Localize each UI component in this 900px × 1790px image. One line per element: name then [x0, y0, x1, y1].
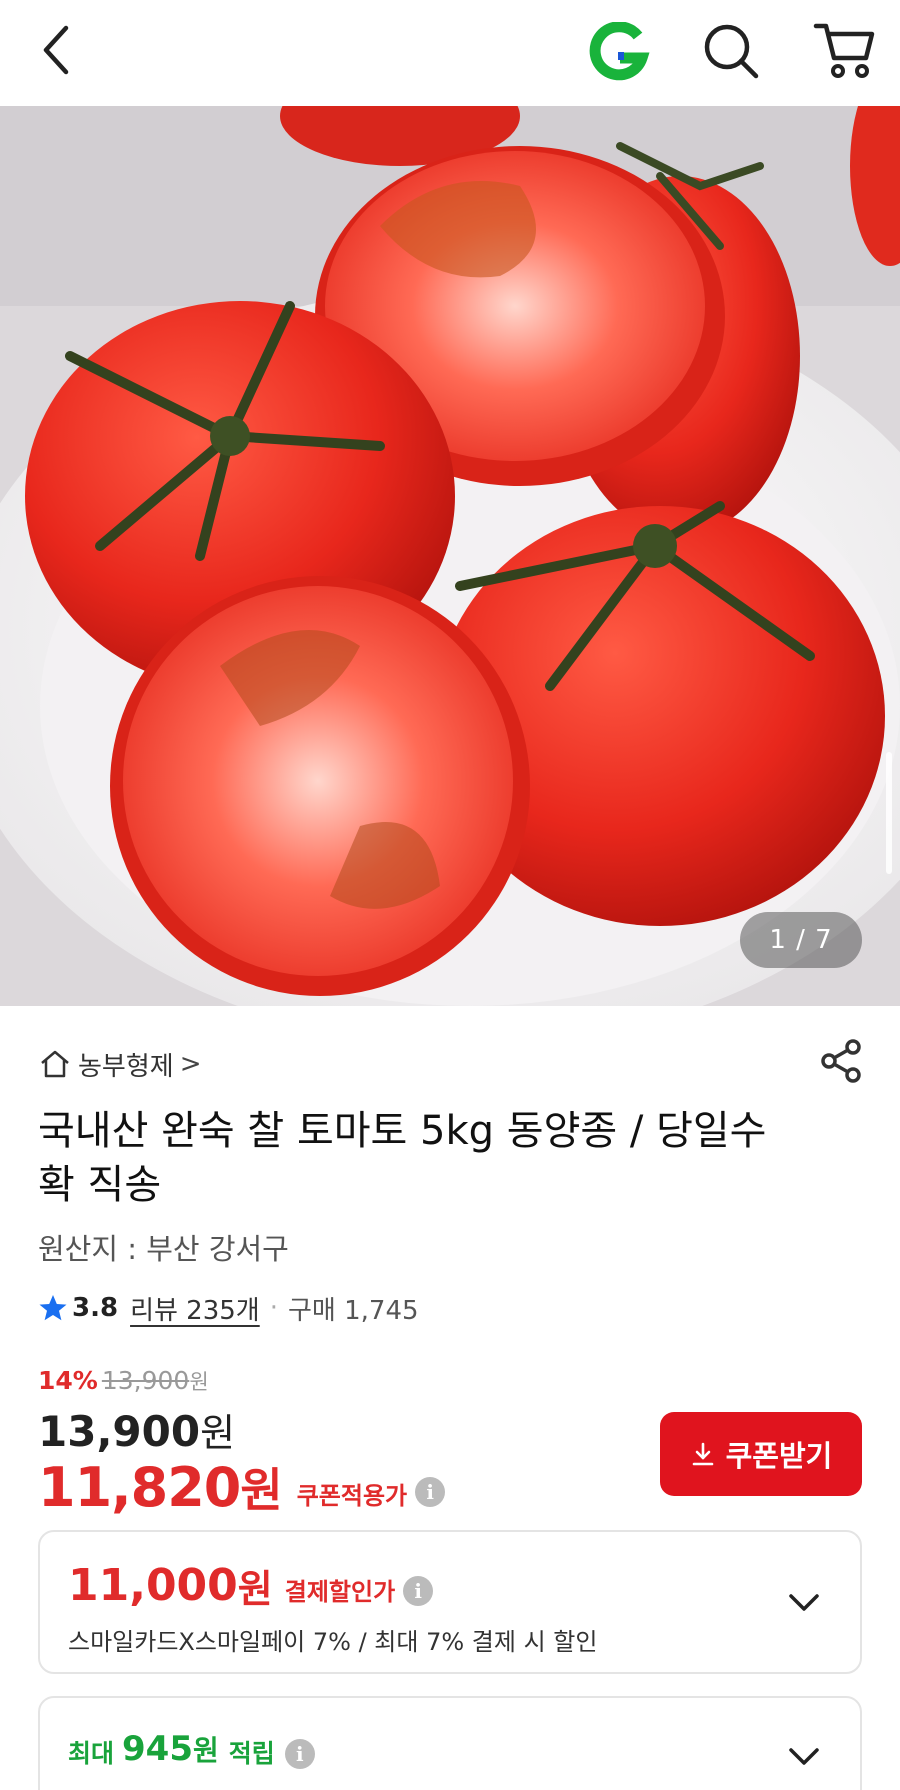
- payment-discount-card[interactable]: 11,000 원 결제할인가 i 스마일카드X스마일페이 7% / 최대 7% …: [38, 1530, 862, 1674]
- top-bar: [0, 0, 900, 106]
- payment-discount-description: 스마일카드X스마일페이 7% / 최대 7% 결제 시 할인: [68, 1628, 598, 1656]
- sale-price-value: 13,900: [38, 1407, 201, 1456]
- payment-discount-label: 결제할인가: [284, 1578, 396, 1606]
- review-count-link[interactable]: 리뷰 235개: [130, 1290, 260, 1327]
- reward-points-card[interactable]: 최대 945 원 적립 i: [38, 1696, 862, 1790]
- discount-percent: 14%: [38, 1366, 98, 1395]
- product-title: 국내산 완숙 찰 토마토 5kg 동양종 / 당일수확 직송: [38, 1108, 767, 1208]
- search-icon[interactable]: [700, 20, 762, 82]
- rating-row: 3.8 리뷰 235개 · 구매 1,745: [38, 1288, 419, 1328]
- info-icon[interactable]: i: [403, 1575, 434, 1606]
- payment-discount-unit: 원: [237, 1567, 273, 1611]
- gmarket-logo-icon[interactable]: [588, 22, 650, 82]
- reward-points-amount: 최대 945 원 적립 i: [68, 1728, 315, 1770]
- download-icon: [692, 1442, 713, 1466]
- coupon-price: 11,820 원 쿠폰적용가 i: [38, 1454, 446, 1520]
- cart-icon[interactable]: [812, 18, 878, 82]
- chevron-right-icon: >: [179, 1049, 202, 1079]
- purchase-count: 구매 1,745: [287, 1295, 419, 1326]
- reward-value: 945: [122, 1729, 193, 1769]
- star-icon: [39, 1295, 67, 1321]
- reward-suffix: 적립: [228, 1739, 275, 1768]
- rating-score: 3.8: [72, 1293, 119, 1323]
- product-image: [0, 106, 900, 1006]
- product-origin: 원산지 : 부산 강서구: [38, 1232, 289, 1266]
- home-icon: [41, 1050, 69, 1078]
- image-scroll-indicator: [886, 752, 892, 874]
- sale-price-unit: 원: [200, 1411, 236, 1455]
- payment-discount-amount: 11,000 원 결제할인가 i: [68, 1558, 434, 1613]
- chevron-down-icon[interactable]: [786, 1584, 822, 1620]
- get-coupon-label: 쿠폰받기: [725, 1441, 833, 1473]
- reward-unit: 원: [193, 1734, 219, 1767]
- separator-dot: ·: [269, 1293, 278, 1323]
- product-image-gallery[interactable]: [0, 106, 900, 1006]
- store-name: 농부형제: [78, 1051, 174, 1082]
- discount-row: 14% 13,900 원: [38, 1366, 209, 1402]
- original-price-unit: 원: [189, 1370, 209, 1394]
- info-icon[interactable]: i: [284, 1739, 315, 1769]
- coupon-price-unit: 원: [240, 1463, 283, 1517]
- chevron-left-icon[interactable]: [34, 22, 82, 78]
- original-price: 13,900: [101, 1366, 190, 1395]
- chevron-down-icon[interactable]: [786, 1738, 822, 1774]
- info-icon[interactable]: i: [415, 1477, 446, 1507]
- payment-discount-value: 11,000: [68, 1560, 238, 1611]
- store-link[interactable]: 농부형제 >: [38, 1042, 201, 1086]
- get-coupon-button[interactable]: 쿠폰받기: [660, 1412, 862, 1496]
- image-page-counter: 1 / 7: [740, 912, 862, 968]
- coupon-price-label: 쿠폰적용가: [296, 1481, 408, 1510]
- share-icon[interactable]: [820, 1038, 862, 1084]
- reward-prefix: 최대: [68, 1739, 115, 1768]
- sale-price: 13,900원: [38, 1402, 235, 1457]
- coupon-price-value: 11,820: [38, 1455, 241, 1519]
